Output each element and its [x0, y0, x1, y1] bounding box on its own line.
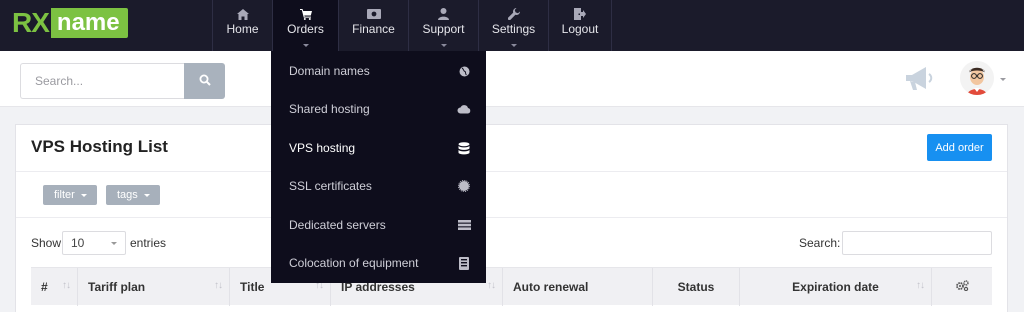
user-icon	[438, 7, 449, 21]
divider	[16, 171, 1007, 172]
sort-icon: ↑↓	[214, 280, 223, 291]
page-title: VPS Hosting List	[31, 137, 168, 156]
chevron-down-icon	[440, 44, 447, 47]
user-avatar[interactable]	[960, 61, 994, 95]
chevron-down-icon	[510, 44, 517, 47]
menu-item-shared-hosting[interactable]: Shared hosting	[271, 90, 486, 128]
chevron-down-icon	[143, 193, 150, 197]
wrench-icon	[507, 7, 520, 21]
column-label: #	[41, 280, 48, 294]
cart-icon	[299, 7, 312, 21]
sort-icon: ↑↓	[487, 280, 496, 291]
menu-item-colocation[interactable]: Colocation of equipment	[271, 244, 486, 282]
database-icon	[457, 141, 471, 155]
nav-settings[interactable]: Settings	[478, 0, 548, 51]
menu-item-vps-hosting[interactable]: VPS hosting	[271, 129, 486, 167]
column-header-tariff-plan[interactable]: Tariff plan ↑↓	[78, 268, 230, 306]
nav-settings-label: Settings	[491, 22, 536, 36]
column-label: Auto renewal	[513, 280, 589, 294]
top-navbar: RX name Home Orders Finance Support Sett…	[0, 0, 1024, 51]
nav-finance-label: Finance	[352, 22, 395, 36]
table-search-input[interactable]	[842, 231, 992, 255]
column-settings[interactable]	[932, 268, 992, 306]
table-search-label: Search:	[799, 236, 841, 250]
logo-name: name	[50, 8, 128, 38]
nav-logout-label: Logout	[561, 22, 599, 36]
nav-support[interactable]: Support	[408, 0, 478, 51]
show-label: Show	[31, 236, 62, 250]
sort-icon: ↑↓	[62, 280, 71, 291]
menu-item-domain-names[interactable]: Domain names	[271, 52, 486, 90]
chevron-down-icon	[111, 241, 117, 245]
page-size-value: 10	[71, 236, 85, 250]
nav-orders[interactable]: Orders	[272, 0, 338, 51]
menu-item-ssl-certificates[interactable]: SSL certificates	[271, 167, 486, 205]
home-icon	[236, 7, 249, 21]
server-icon	[457, 218, 471, 232]
column-header-expiration-date[interactable]: Expiration date ↑↓	[740, 268, 932, 306]
menu-item-label: Colocation of equipment	[289, 256, 419, 270]
menu-item-label: SSL certificates	[289, 179, 372, 193]
menu-item-dedicated-servers[interactable]: Dedicated servers	[271, 206, 486, 244]
column-label: Title	[240, 280, 265, 294]
globe-icon	[457, 64, 471, 78]
nav-finance[interactable]: Finance	[338, 0, 408, 51]
orders-dropdown-menu: Domain names Shared hosting VPS hosting …	[271, 51, 486, 283]
column-label: Tariff plan	[88, 280, 146, 294]
nav-home[interactable]: Home	[212, 0, 272, 51]
chevron-down-icon	[80, 193, 87, 197]
chevron-down-icon[interactable]	[1000, 78, 1006, 81]
filter-label: filter	[54, 189, 75, 201]
nav-logout[interactable]: Logout	[548, 0, 612, 51]
money-icon	[366, 7, 381, 21]
menu-item-label: Dedicated servers	[289, 218, 386, 232]
search-icon	[199, 74, 211, 89]
tags-label: tags	[117, 189, 138, 201]
column-label: Status	[677, 280, 715, 294]
entries-label: entries	[130, 236, 167, 250]
menu-item-label: Shared hosting	[289, 102, 370, 116]
certificate-icon	[457, 179, 471, 193]
search-toolbar	[0, 51, 1024, 107]
vps-hosting-panel: VPS Hosting List Add order filter tags S…	[15, 124, 1008, 312]
gears-icon	[955, 280, 969, 294]
main-nav: Home Orders Finance Support Settings Log…	[212, 0, 612, 51]
tags-dropdown[interactable]: tags	[106, 185, 160, 205]
page-size-select[interactable]: 10	[62, 231, 126, 255]
sort-icon: ↑↓	[916, 280, 925, 291]
search-input[interactable]	[20, 63, 184, 99]
logout-icon	[574, 7, 586, 21]
global-search	[20, 63, 225, 99]
column-label: Expiration date	[792, 280, 879, 294]
nav-home-label: Home	[226, 22, 259, 36]
column-header-status: Status	[653, 268, 740, 306]
divider	[16, 217, 1007, 218]
nav-support-label: Support	[422, 22, 465, 36]
rack-icon	[457, 256, 471, 270]
add-order-button[interactable]: Add order	[927, 134, 992, 161]
search-button[interactable]	[184, 63, 225, 99]
megaphone-icon[interactable]	[902, 65, 936, 93]
column-header-number[interactable]: # ↑↓	[31, 268, 78, 306]
menu-item-label: VPS hosting	[289, 141, 356, 155]
menu-item-label: Domain names	[289, 64, 370, 78]
cloud-icon	[457, 102, 471, 116]
column-header-auto-renewal: Auto renewal	[503, 268, 653, 306]
filter-dropdown[interactable]: filter	[43, 185, 97, 205]
logo-rx: RX	[12, 8, 51, 38]
logo-rx-text: RX	[12, 7, 50, 38]
nav-orders-label: Orders	[287, 22, 324, 36]
table-header: # ↑↓ Tariff plan ↑↓ Title ↑↓ IP addresse…	[31, 267, 992, 306]
chevron-down-icon	[302, 44, 309, 47]
rxname-logo[interactable]: RX name	[12, 8, 128, 38]
